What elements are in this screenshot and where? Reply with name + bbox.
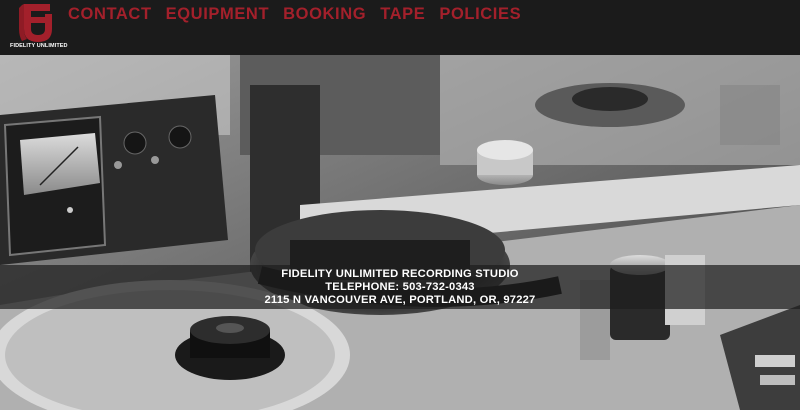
nav-tape[interactable]: TAPE bbox=[380, 5, 425, 24]
nav-policies[interactable]: POLICIES bbox=[439, 5, 521, 24]
logo-mark-icon bbox=[19, 4, 52, 42]
nav-equipment[interactable]: EQUIPMENT bbox=[166, 5, 270, 24]
studio-name: FIDELITY UNLIMITED RECORDING STUDIO bbox=[281, 268, 519, 280]
logo-text: FIDELITY UNLIMITED bbox=[10, 43, 68, 49]
studio-telephone[interactable]: TELEPHONE: 503-732-0343 bbox=[0, 281, 800, 293]
studio-info-band: FIDELITY UNLIMITED RECORDING STUDIO TELE… bbox=[0, 265, 800, 309]
nav-contact[interactable]: CONTACT bbox=[68, 5, 152, 24]
nav-booking[interactable]: BOOKING bbox=[283, 5, 366, 24]
logo[interactable]: FIDELITY UNLIMITED bbox=[10, 2, 68, 52]
studio-address: 2115 N VANCOUVER AVE, PORTLAND, OR, 9722… bbox=[264, 294, 536, 306]
tape-machine-photo bbox=[0, 55, 800, 410]
hero-image: FIDELITY UNLIMITED RECORDING STUDIO TELE… bbox=[0, 55, 800, 410]
site-header: FIDELITY UNLIMITED CONTACT EQUIPMENT BOO… bbox=[0, 0, 800, 55]
vu-meter-panel bbox=[0, 95, 228, 265]
main-nav: CONTACT EQUIPMENT BOOKING TAPE POLICIES bbox=[68, 5, 535, 24]
